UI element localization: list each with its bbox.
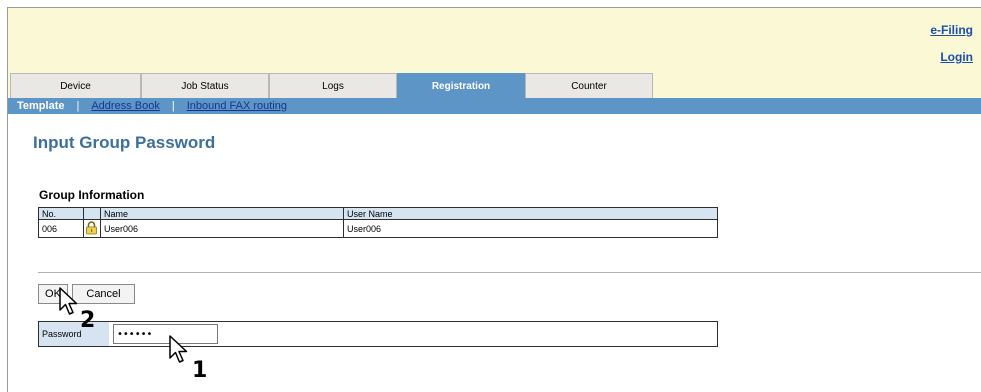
subnav-address-book[interactable]: Address Book [91, 100, 159, 112]
mouse-pointer-icon [59, 287, 78, 315]
tab-registration[interactable]: Registration [397, 73, 525, 98]
login-link[interactable]: Login [940, 50, 973, 64]
subnav-inbound-fax-routing[interactable]: Inbound FAX routing [187, 100, 287, 112]
tab-logs[interactable]: Logs [269, 73, 397, 98]
section-title: Group Information [39, 188, 145, 202]
column-header-user-name: User Name [343, 207, 718, 220]
lock-icon [86, 220, 97, 234]
cell-name: User006 [100, 219, 344, 238]
header-bar: e-Filing Login Device Job Status Logs Re… [8, 8, 981, 98]
password-input[interactable] [113, 324, 218, 344]
sub-navigation: Template | Address Book | Inbound FAX ro… [8, 98, 981, 114]
step-1-marker: 1 [192, 358, 208, 383]
password-row: Password [38, 321, 718, 347]
table-row: 006 User006 User006 [38, 219, 718, 238]
cell-no: 006 [38, 219, 84, 238]
table-header-row: No. Name User Name [38, 207, 718, 220]
group-information-table: No. Name User Name 006 User006 User006 [38, 207, 718, 238]
tab-job-status[interactable]: Job Status [141, 73, 269, 98]
page-title: Input Group Password [33, 133, 216, 152]
subnav-separator: | [171, 100, 175, 112]
tab-device[interactable]: Device [10, 73, 141, 98]
step-2-marker: 2 [80, 308, 96, 333]
browser-frame: e-Filing Login Device Job Status Logs Re… [7, 7, 981, 392]
subnav-separator: | [76, 100, 80, 112]
tab-counter[interactable]: Counter [525, 73, 653, 98]
divider [38, 272, 981, 273]
column-header-icon [83, 207, 101, 220]
mouse-pointer-icon [169, 335, 188, 363]
column-header-no: No. [38, 207, 84, 220]
efiling-link[interactable]: e-Filing [930, 23, 973, 37]
password-label: Password [39, 322, 109, 346]
subnav-template[interactable]: Template [17, 100, 64, 112]
cell-lock [83, 219, 101, 238]
column-header-name: Name [100, 207, 344, 220]
cell-user-name: User006 [343, 219, 718, 238]
